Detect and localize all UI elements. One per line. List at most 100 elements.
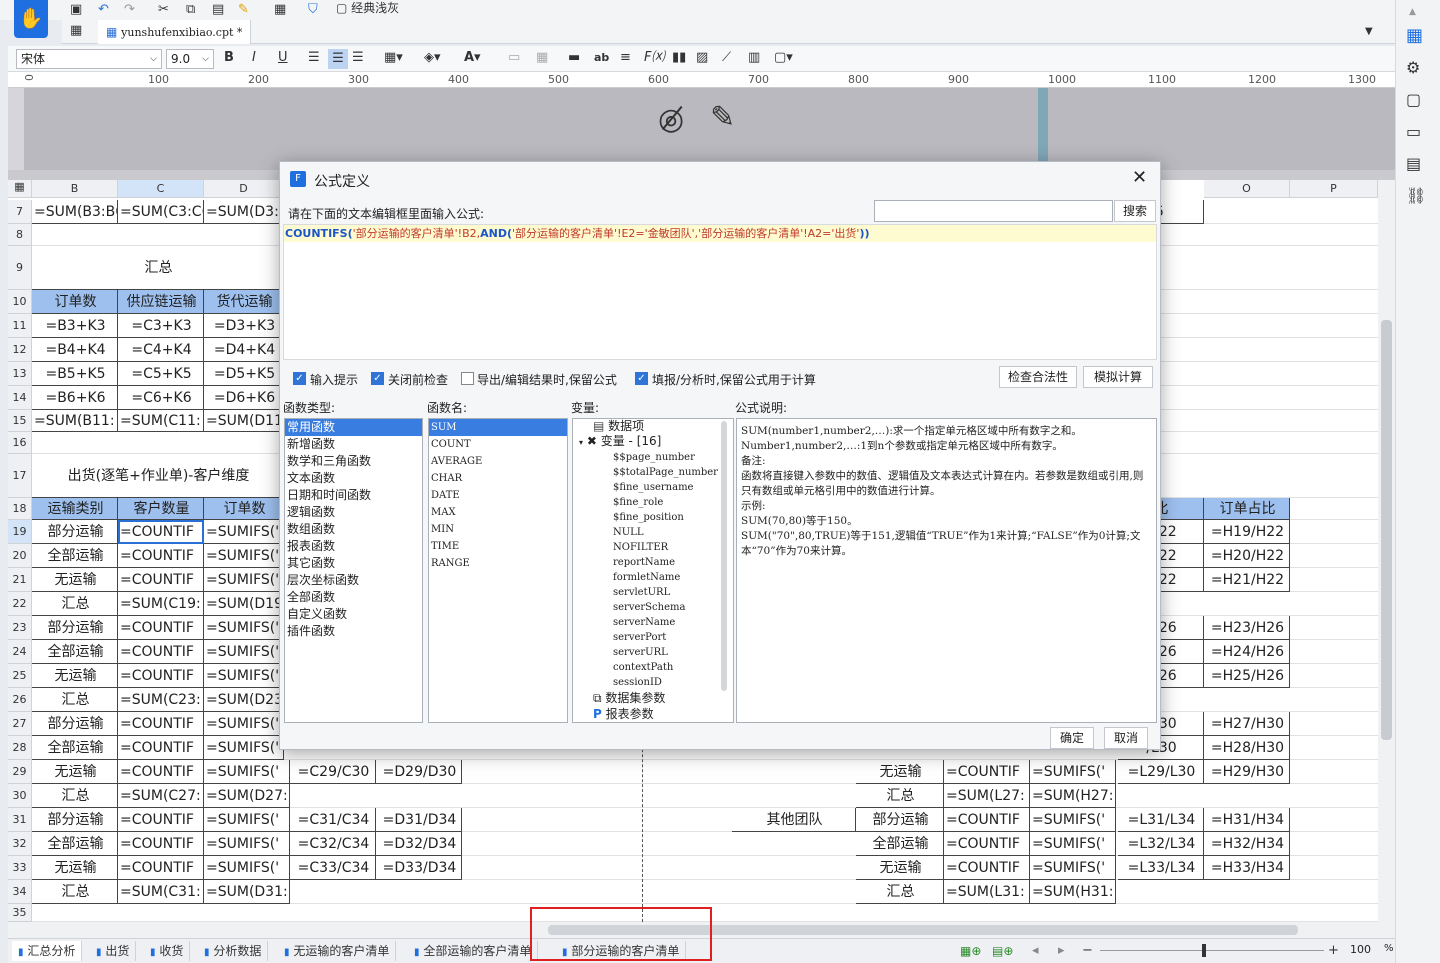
zoom-out-icon[interactable]: −: [1082, 941, 1093, 961]
zoom-value[interactable]: 100: [1350, 943, 1371, 956]
search-input[interactable]: [874, 200, 1113, 222]
close-check-checkbox[interactable]: ✓: [371, 372, 384, 385]
table-cell[interactable]: =SUMIFS(': [204, 568, 284, 592]
row-header[interactable]: 14: [8, 386, 32, 410]
row-header[interactable]: 25: [8, 664, 32, 688]
function-type-item[interactable]: 全部函数: [285, 589, 422, 606]
row-header[interactable]: 24: [8, 640, 32, 664]
file-tab[interactable]: ▦ yunshufenxibiao.cpt *: [98, 20, 252, 44]
keep-formula-fill-checkbox[interactable]: ✓: [635, 372, 648, 385]
widget-icon[interactable]: ⚙: [1406, 58, 1420, 78]
variable-tree[interactable]: ▤ 数据项 ▾ ✖ 变量 - [16] $$page_number $$total…: [572, 418, 734, 723]
table-cell[interactable]: =COUNTIF: [118, 640, 204, 664]
table-cell[interactable]: =COUNTIF: [118, 856, 204, 880]
function-type-item[interactable]: 日期和时间函数: [285, 487, 422, 504]
table-cell[interactable]: 汇总: [856, 784, 944, 808]
function-name-item[interactable]: RANGE: [429, 555, 567, 572]
table-cell[interactable]: 无运输: [32, 856, 118, 880]
variable-item[interactable]: reportName: [573, 555, 733, 570]
text-icon[interactable]: ab: [594, 48, 609, 68]
ok-button[interactable]: 确定: [1050, 727, 1094, 749]
chart-icon[interactable]: ▮▮: [672, 48, 686, 68]
function-name-item[interactable]: TIME: [429, 538, 567, 555]
table-cell[interactable]: 全部运输: [32, 832, 118, 856]
table-cell[interactable]: =SUM(D31:: [204, 880, 290, 904]
table-cell[interactable]: =C33/C34: [290, 856, 376, 880]
table-cell[interactable]: =SUM(L31:: [944, 880, 1030, 904]
table-cell[interactable]: 无运输: [856, 856, 944, 880]
row-header[interactable]: 8: [8, 224, 32, 246]
font-select[interactable]: 宋体 ⌵: [16, 49, 162, 69]
table-cell[interactable]: =COUNTIF: [944, 832, 1030, 856]
table-cell[interactable]: =SUM(L27:: [944, 784, 1030, 808]
undo-icon[interactable]: ↶: [98, 0, 109, 20]
table-cell[interactable]: =SUM(D27:: [204, 784, 290, 808]
sheet-tab[interactable]: ▮ 出货: [90, 941, 137, 961]
table-cell[interactable]: =COUNTIF: [118, 760, 204, 784]
function-type-item[interactable]: 文本函数: [285, 470, 422, 487]
table-cell[interactable]: =H32/H34: [1204, 832, 1290, 856]
function-name-item[interactable]: COUNT: [429, 436, 567, 453]
table-cell[interactable]: 全部运输: [32, 736, 118, 760]
table-cell[interactable]: =COUNTIF: [944, 760, 1030, 784]
paste-icon[interactable]: ▤: [212, 0, 224, 20]
variable-item[interactable]: NOFILTER: [573, 540, 733, 555]
column-header[interactable]: D: [204, 180, 284, 198]
theme-style-button[interactable]: ▢ 经典浅灰: [336, 0, 399, 18]
table-cell[interactable]: =L31/L34: [1118, 808, 1204, 832]
table-cell[interactable]: 出货(逐笔+作业单)-客户维度: [32, 454, 284, 498]
table-cell[interactable]: =COUNTIF: [118, 832, 204, 856]
prev-icon[interactable]: ◂: [1032, 941, 1039, 961]
table-cell[interactable]: =C6+K6: [118, 386, 204, 410]
row-header[interactable]: 9: [8, 246, 32, 290]
table-cell[interactable]: =B5+K5: [32, 362, 118, 386]
row-header[interactable]: 12: [8, 338, 32, 362]
variable-item[interactable]: formletName: [573, 570, 733, 585]
more-icon[interactable]: ▢▾: [774, 48, 793, 68]
table-cell[interactable]: 其他团队: [732, 808, 856, 832]
table-cell[interactable]: =SUM(B3:B6: [32, 200, 118, 224]
table-cell[interactable]: 订单数: [32, 290, 118, 314]
table-cell[interactable]: =SUMIFS(': [204, 808, 290, 832]
table-cell[interactable]: =H27/H30: [1204, 712, 1290, 736]
table-cell[interactable]: =H19/H22: [1204, 520, 1290, 544]
table-cell[interactable]: =COUNTIF: [944, 808, 1030, 832]
table-cell[interactable]: 汇总: [856, 880, 944, 904]
function-type-item[interactable]: 新增函数: [285, 436, 422, 453]
table-cell[interactable]: 订单数: [204, 498, 284, 520]
condition-icon[interactable]: ▭: [1406, 122, 1421, 142]
table-cell[interactable]: 全部运输: [32, 640, 118, 664]
cell-props-icon[interactable]: ▦: [1406, 26, 1423, 46]
variable-item[interactable]: serverPort: [573, 630, 733, 645]
italic-button[interactable]: I: [252, 48, 256, 68]
table-cell[interactable]: 全部运输: [32, 544, 118, 568]
row-header[interactable]: 16: [8, 432, 32, 454]
font-size-select[interactable]: 9.0 ⌵: [166, 49, 214, 69]
variable-item[interactable]: serverSchema: [573, 600, 733, 615]
sheet-tab[interactable]: ▮ 无运输的客户清单: [278, 941, 397, 961]
row-header[interactable]: 13: [8, 362, 32, 386]
table-cell[interactable]: =SUM(D11: [204, 410, 284, 432]
row-header[interactable]: 35: [8, 904, 32, 922]
var-scroll-thumb[interactable]: [721, 421, 727, 691]
table-cell[interactable]: =B4+K4: [32, 338, 118, 362]
table-cell[interactable]: =C5+K5: [118, 362, 204, 386]
split-icon[interactable]: ▦: [536, 48, 548, 68]
table-cell[interactable]: 无运输: [32, 568, 118, 592]
table-cell[interactable]: =SUM(C3:C6: [118, 200, 204, 224]
table-cell[interactable]: =B6+K6: [32, 386, 118, 410]
table-cell[interactable]: 汇总: [32, 784, 118, 808]
table-cell[interactable]: =D6+K6: [204, 386, 284, 410]
function-name-item[interactable]: SUM: [429, 419, 567, 436]
table-cell[interactable]: =SUMIFS(': [204, 856, 290, 880]
formula-line[interactable]: COUNTIFS('部分运输的客户清单'!B2,AND('部分运输的客户清单'!…: [284, 225, 1156, 242]
row-header[interactable]: 34: [8, 880, 32, 904]
column-header[interactable]: O: [1204, 180, 1290, 198]
table-cell[interactable]: =H21/H22: [1204, 568, 1290, 592]
column-header[interactable]: P: [1290, 180, 1378, 198]
cancel-button[interactable]: 取消: [1104, 727, 1148, 749]
table-cell[interactable]: =SUM(D19: [204, 592, 284, 616]
row-header[interactable]: 27: [8, 712, 32, 736]
table-cell[interactable]: =H24/H26: [1204, 640, 1290, 664]
table-cell[interactable]: =SUMIFS(': [204, 664, 284, 688]
